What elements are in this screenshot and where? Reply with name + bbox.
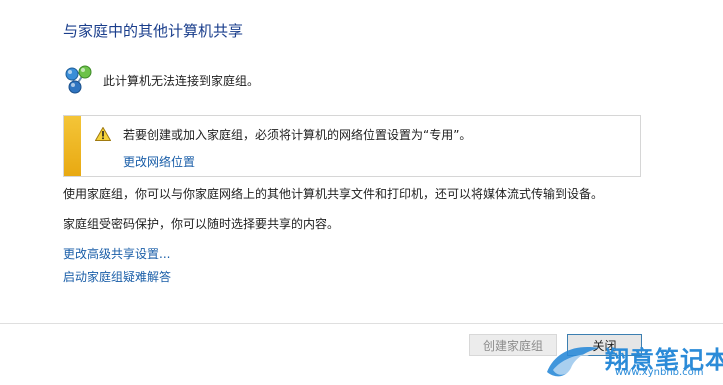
status-row: 此计算机无法连接到家庭组。 <box>63 65 260 95</box>
create-homegroup-button[interactable]: 创建家庭组 <box>469 334 557 356</box>
page-title: 与家庭中的其他计算机共享 <box>63 22 244 40</box>
description-line-1: 使用家庭组，你可以与你家庭网络上的其他计算机共享文件和打印机，还可以将媒体流式传… <box>63 187 604 201</box>
change-network-location-link[interactable]: 更改网络位置 <box>123 153 195 170</box>
homegroup-icon <box>63 65 95 95</box>
warning-icon <box>94 126 112 141</box>
warning-accent-bar <box>64 116 81 176</box>
warning-panel: 若要创建或加入家庭组，必须将计算机的网络位置设置为“专用”。 更改网络位置 <box>63 115 641 177</box>
watermark-url: www.xynbnb.com <box>615 367 704 378</box>
description-line-2: 家庭组受密码保护，你可以随时选择要共享的内容。 <box>63 217 340 231</box>
status-text: 此计算机无法连接到家庭组。 <box>103 73 260 88</box>
warning-text: 若要创建或加入家庭组，必须将计算机的网络位置设置为“专用”。 <box>123 128 472 142</box>
footer-divider <box>0 323 723 324</box>
bird-logo-icon <box>545 342 601 382</box>
homegroup-troubleshooter-link[interactable]: 启动家庭组疑难解答 <box>63 268 171 285</box>
advanced-sharing-settings-link[interactable]: 更改高级共享设置... <box>63 245 170 262</box>
watermark-logo: 翔意笔记本 www.xynbnb.com <box>545 340 723 382</box>
